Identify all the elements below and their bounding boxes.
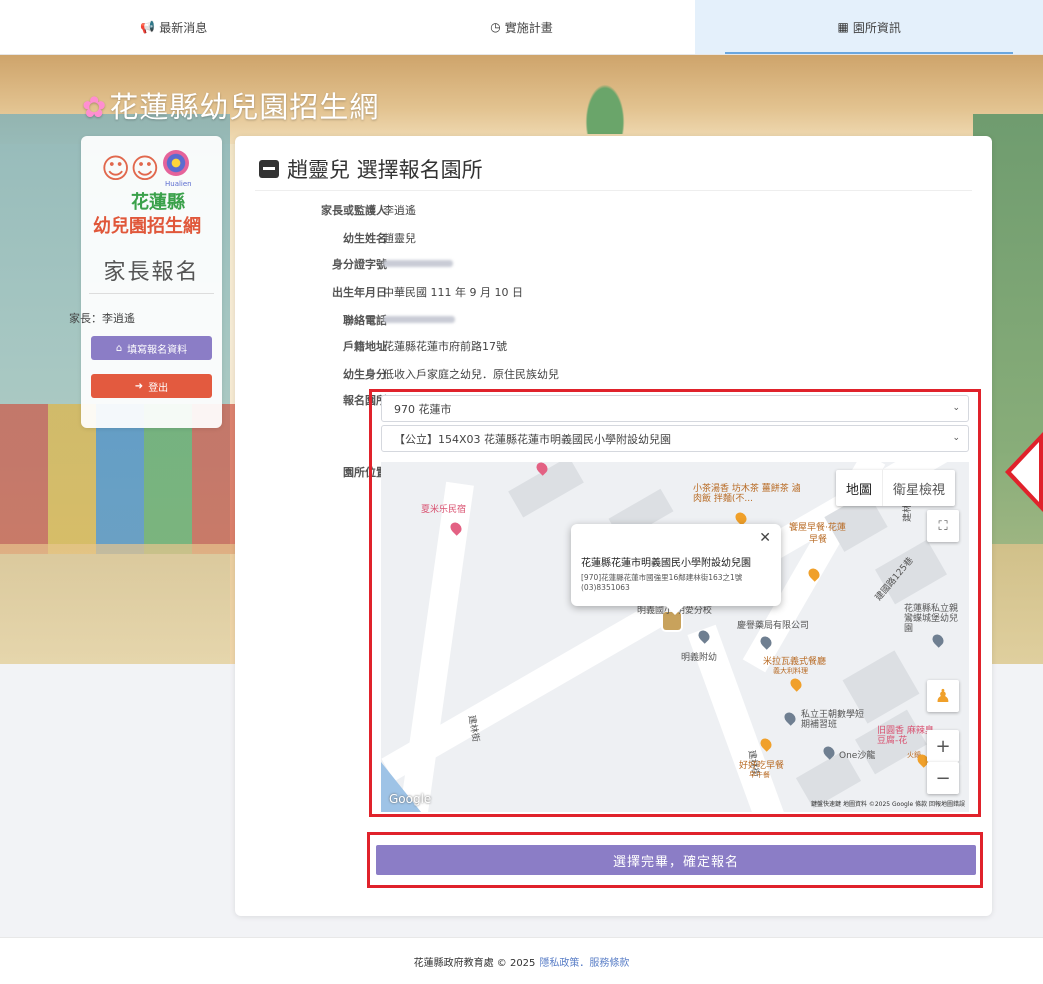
field-value: 中華民國 111 年 9 月 10 日 xyxy=(383,286,523,299)
site-title: ✿花蓮縣幼兒園招生網 xyxy=(82,84,379,126)
clock-icon: ◷ xyxy=(490,20,501,34)
map-label: 義大利料理 xyxy=(773,667,808,675)
fill-form-label: 填寫報名資料 xyxy=(127,344,188,356)
map-label: 夏米乐民宿 xyxy=(421,505,467,515)
close-icon[interactable]: ✕ xyxy=(759,530,771,546)
arrow-left-icon xyxy=(1005,432,1043,512)
map-label: 慶譽藥局有限公司 xyxy=(737,621,810,631)
top-navigation: 📢 最新消息 ◷ 實施計畫 ▦ 園所資訊 xyxy=(0,0,1043,55)
sidebar: ☺☺ Hualien 花蓮縣 幼兒園招生網 家長報名 家長：李逍遙 ⌂ 填寫報名… xyxy=(69,136,222,428)
confirm-registration-button[interactable]: 選擇完畢，確定報名 xyxy=(376,845,976,875)
field-value: 趙靈兒 xyxy=(383,232,416,245)
logout-button[interactable]: ➜ 登出 xyxy=(91,374,212,398)
map-info-window: ✕ 花蓮縣花蓮市明義國民小學附設幼兒園 [970]花蓮縣花蓮市國強里16鄰建林街… xyxy=(571,524,781,615)
parent-name: 家長：李逍遙 xyxy=(69,312,135,325)
map-label: 早午餐 xyxy=(749,771,770,779)
field-label: 幼生身分 xyxy=(343,368,387,381)
fill-form-button[interactable]: ⌂ 填寫報名資料 xyxy=(91,336,212,360)
logo-portal: 幼兒園招生網 xyxy=(93,216,201,237)
field-value: 李逍遙 xyxy=(383,204,416,217)
map-road xyxy=(396,481,474,812)
map-type-satellite-button[interactable]: 衛星檢視 xyxy=(881,470,955,506)
field-label: 身分證字號 xyxy=(332,258,387,271)
map-label: One沙龍 xyxy=(839,751,876,761)
role-title: 家長報名 xyxy=(103,260,200,285)
map-icon: ▦ xyxy=(837,20,849,34)
zoom-out-button[interactable]: − xyxy=(927,762,959,794)
field-label: 家長或監護人 xyxy=(321,204,387,217)
footer-copyright: 花蓮縣政府教育處 © 2025 xyxy=(413,957,536,969)
kids-icon: ☺☺ xyxy=(101,152,160,185)
map-label: 早餐 xyxy=(809,535,828,545)
school-select-value: 【公立】154X03 花蓮縣花蓮市明義國民小學附設幼兒園 xyxy=(394,432,672,446)
field-value: 低收入戶家庭之幼兒．原住民族幼兒 xyxy=(383,368,559,381)
map-pin-icon xyxy=(930,632,946,648)
school-map[interactable]: 夏米乐民宿 小茶湯香 坊木茶 薑餅茶 滷肉飯 拌麵(不... 饗屋早餐‧花蓮 早… xyxy=(381,462,969,812)
zoom-in-button[interactable]: + xyxy=(927,730,959,762)
info-school-name: 花蓮縣花蓮市明義國民小學附設幼兒園 xyxy=(581,558,751,569)
page-title-text: 趙靈兒 選擇報名園所 xyxy=(287,158,483,182)
school-select[interactable]: 【公立】154X03 花蓮縣花蓮市明義國民小學附設幼兒園 ⌄ xyxy=(381,425,969,452)
tab-school-info-label: 園所資訊 xyxy=(852,20,901,35)
field-address: 戶籍地址 花蓮縣花蓮市府前路17號 xyxy=(235,338,992,358)
map-attribution[interactable]: 鍵盤快速鍵 地圖資料 ©2025 Google 條款 回報地圖錯誤 xyxy=(811,799,965,808)
field-birthday: 出生年月日 中華民國 111 年 9 月 10 日 xyxy=(235,284,992,304)
info-school-address: [970]花蓮縣花蓮市國強里16鄰建林街163之1號 xyxy=(581,573,743,582)
flower-logo-icon xyxy=(163,150,189,176)
pegman-icon: ♟ xyxy=(934,685,952,707)
sign-out-icon: ➜ xyxy=(134,380,144,392)
field-label: 幼生姓名 xyxy=(343,232,387,245)
tab-news[interactable]: 📢 最新消息 xyxy=(0,0,348,54)
map-type-map-button[interactable]: 地圖 xyxy=(836,470,882,506)
plus-icon: + xyxy=(935,735,951,757)
map-label: 私立王朝數學短期補習班 xyxy=(801,710,865,730)
map-type-toggle: 地圖 衛星檢視 xyxy=(835,470,955,506)
logo-hualien: Hualien xyxy=(165,180,192,188)
minus-icon: − xyxy=(935,767,951,789)
fullscreen-icon: ⛶ xyxy=(938,518,948,534)
chat-icon xyxy=(259,160,279,178)
footer-links[interactable]: 隱私政策．服務條款 xyxy=(539,954,629,969)
site-title-text: 花蓮縣幼兒園招生網 xyxy=(109,90,380,124)
chevron-down-icon: ⌄ xyxy=(952,433,960,443)
page-title: 趙靈兒 選擇報名園所 xyxy=(259,154,483,184)
field-label: 出生年月日 xyxy=(332,286,387,299)
flower-icon: ✿ xyxy=(82,90,108,124)
field-value: 花蓮縣花蓮市府前路17號 xyxy=(383,340,507,353)
map-pin-icon xyxy=(788,676,804,692)
map-pin-icon xyxy=(782,710,798,726)
field-id-number: 身分證字號 xyxy=(235,256,992,276)
portal-logo: ☺☺ Hualien 花蓮縣 幼兒園招生網 xyxy=(93,148,213,244)
chevron-down-icon: ⌄ xyxy=(952,403,960,413)
field-identity: 幼生身分 低收入戶家庭之幼兒．原住民族幼兒 xyxy=(235,366,992,386)
megaphone-icon: 📢 xyxy=(140,20,156,34)
tab-plan[interactable]: ◷ 實施計畫 xyxy=(348,0,696,54)
field-value-redacted xyxy=(383,256,453,269)
field-child-name: 幼生姓名 趙靈兒 xyxy=(235,230,992,250)
field-label: 戶籍地址 xyxy=(343,340,387,353)
sidebar-divider xyxy=(89,293,214,294)
district-select[interactable]: 970 花蓮市 ⌄ xyxy=(381,395,969,422)
tab-school-info[interactable]: ▦ 園所資訊 xyxy=(695,0,1043,54)
google-logo: Google xyxy=(389,792,432,806)
tab-plan-label: 實施計畫 xyxy=(504,20,553,35)
logout-label: 登出 xyxy=(148,382,169,394)
footer: 花蓮縣政府教育處 © 2025 隱私政策．服務條款 xyxy=(0,937,1043,984)
heading-divider xyxy=(255,190,972,191)
field-label: 聯絡電話 xyxy=(343,314,387,327)
street-view-button[interactable]: ♟ xyxy=(927,680,959,712)
field-value-redacted xyxy=(383,312,455,325)
fullscreen-button[interactable]: ⛶ xyxy=(927,510,959,542)
info-school-phone: (03)8351063 xyxy=(581,583,630,592)
tab-news-label: 最新消息 xyxy=(159,20,208,35)
field-phone: 聯絡電話 xyxy=(235,312,992,332)
field-guardian: 家長或監護人 李逍遙 xyxy=(235,202,992,222)
lamp-decoration xyxy=(580,74,630,134)
district-select-value: 970 花蓮市 xyxy=(394,402,452,416)
home-icon: ⌂ xyxy=(115,342,123,354)
map-label: 明義附幼 xyxy=(681,653,718,663)
map-label: 花蓮縣私立親鸞蝶城堡幼兒園 xyxy=(904,604,959,634)
logo-county: 花蓮縣 xyxy=(131,192,185,213)
map-label: 小茶湯香 坊木茶 薑餅茶 滷肉飯 拌麵(不... xyxy=(693,484,801,504)
